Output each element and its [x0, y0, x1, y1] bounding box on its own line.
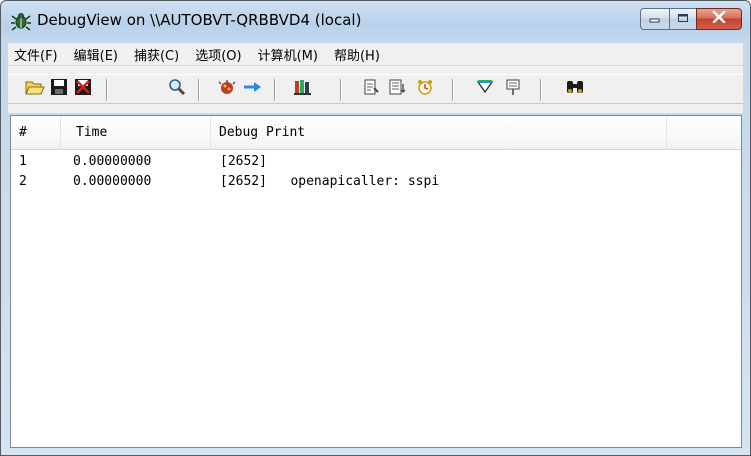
table-row[interactable]: 2 0.00000000 [2652] openapicaller: sspi [11, 172, 741, 192]
find-icon [168, 78, 186, 100]
history-icon [362, 78, 380, 100]
history-button[interactable] [360, 78, 382, 100]
binoculars-icon [565, 78, 585, 100]
title-bar[interactable]: DebugView on \\AUTOBVT-QRBBVD4 (local) [1, 1, 750, 41]
menu-bar: 文件(F) 编辑(E) 捕获(C) 选项(O) 计算机(M) 帮助(H) [8, 43, 743, 65]
menu-file[interactable]: 文件(F) [14, 45, 58, 64]
row-time: 0.00000000 [73, 154, 152, 169]
save-button[interactable] [48, 78, 70, 100]
clock-icon [416, 78, 434, 100]
menu-edit[interactable]: 编辑(E) [74, 45, 118, 64]
time-format-button[interactable] [386, 78, 408, 100]
debugview-bug-icon [11, 11, 31, 31]
debugview-window: DebugView on \\AUTOBVT-QRBBVD4 (local) 文… [0, 0, 751, 456]
find-binoculars-button[interactable] [564, 78, 586, 100]
filter-icon [476, 78, 494, 100]
minimize-icon [649, 12, 661, 27]
clock-button[interactable] [414, 78, 436, 100]
table-row[interactable]: 1 0.00000000 [2652] [11, 152, 741, 172]
toolbar-separator [340, 79, 342, 101]
toolbar-separator [540, 79, 542, 101]
toolbar-separator [274, 79, 276, 101]
column-header-number[interactable]: # [11, 116, 61, 150]
list-header: # Time Debug Print [11, 116, 741, 150]
autoscroll-button[interactable] [242, 78, 264, 100]
maximize-button[interactable] [669, 8, 696, 30]
clear-icon [74, 78, 92, 100]
caption-buttons [640, 8, 742, 32]
toolbar-separator [452, 79, 454, 101]
pin-icon [504, 78, 522, 100]
open-icon [25, 78, 45, 100]
close-icon [712, 10, 726, 27]
pin-button[interactable] [502, 78, 524, 100]
clear-button[interactable] [72, 78, 94, 100]
toolbar-separator [198, 79, 200, 101]
column-header-debug-print[interactable]: Debug Print [211, 116, 667, 150]
autoscroll-icon [243, 80, 263, 98]
menu-computer[interactable]: 计算机(M) [258, 45, 318, 64]
column-header-time[interactable]: Time [61, 116, 211, 150]
debug-output-list[interactable]: # Time Debug Print 1 0.00000000 [2652] 2… [10, 115, 742, 448]
window-title: DebugView on \\AUTOBVT-QRBBVD4 (local) [37, 11, 362, 29]
highlight-icon [293, 78, 313, 100]
menu-capture[interactable]: 捕获(C) [134, 45, 179, 64]
row-debug-print: [2652] [220, 154, 267, 169]
list-rows: 1 0.00000000 [2652] 2 0.00000000 [2652] … [11, 152, 741, 192]
toolbar-separator [106, 79, 108, 101]
row-time: 0.00000000 [73, 174, 152, 189]
highlight-button[interactable] [292, 78, 314, 100]
row-number: 2 [19, 174, 27, 189]
capture-icon [218, 78, 236, 100]
menu-help[interactable]: 帮助(H) [334, 45, 380, 64]
open-button[interactable] [24, 78, 46, 100]
toolbar [8, 65, 743, 113]
filter-button[interactable] [474, 78, 496, 100]
capture-button[interactable] [216, 78, 238, 100]
time-format-icon [388, 78, 406, 100]
row-number: 1 [19, 154, 27, 169]
menu-options[interactable]: 选项(O) [195, 45, 241, 64]
close-button[interactable] [696, 8, 742, 30]
save-icon [50, 78, 68, 100]
find-button[interactable] [166, 78, 188, 100]
maximize-icon [677, 12, 689, 27]
row-debug-print: [2652] openapicaller: sspi [220, 174, 440, 189]
minimize-button[interactable] [640, 8, 669, 30]
